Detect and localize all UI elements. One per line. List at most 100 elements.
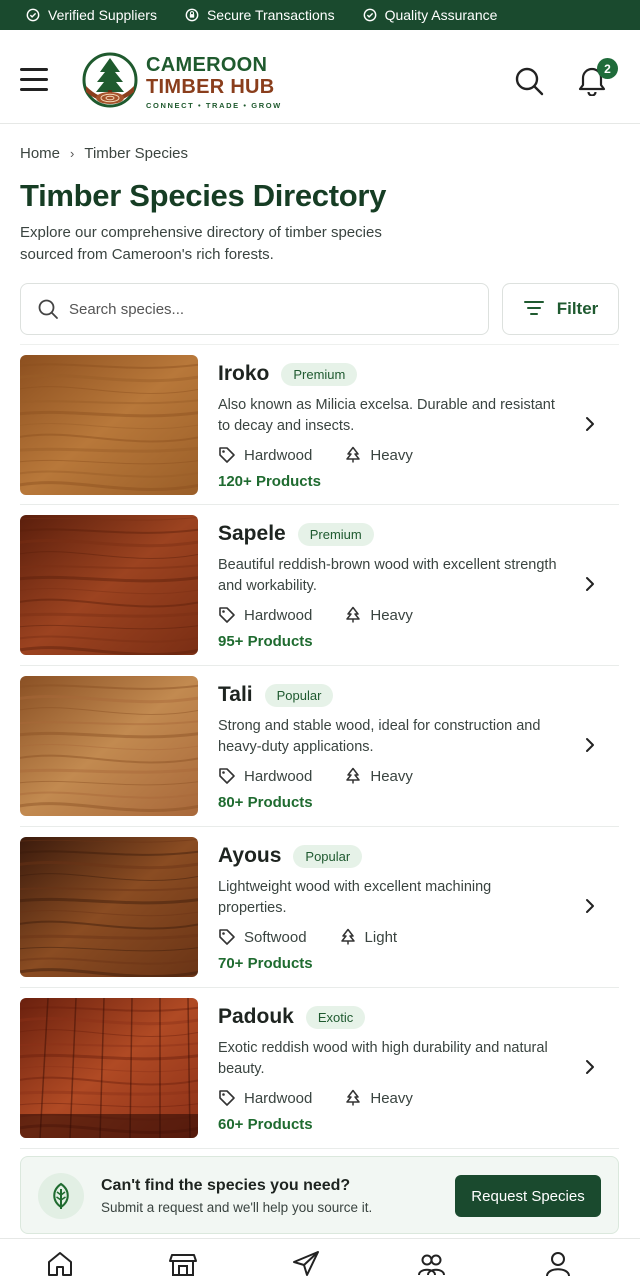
filter-label: Filter [556, 299, 599, 318]
brand-line2: TIMBER HUB [146, 76, 275, 98]
species-weight: Heavy [370, 767, 413, 785]
menu-line [20, 68, 48, 71]
species-product-count[interactable]: 80+ Products [218, 794, 558, 811]
trust-bar: Verified Suppliers Secure Transactions Q… [0, 0, 640, 30]
tag-icon [219, 929, 235, 945]
tag-icon [219, 1090, 235, 1106]
species-list-item-ayous[interactable]: Ayous Popular Lightweight wood with exce… [20, 827, 619, 988]
species-name-row: Iroko Premium [218, 359, 558, 389]
tree-icon [346, 606, 361, 623]
species-wood-type: Hardwood [244, 1089, 313, 1107]
bottom-navigation [0, 1238, 640, 1280]
species-description: Strong and stable wood, ideal for constr… [218, 718, 541, 755]
species-info: Tali Popular Strong and stable wood, ide… [218, 680, 558, 811]
chevron-right-icon: › [70, 146, 75, 161]
wood-texture-image [20, 837, 198, 977]
notification-badge[interactable]: 2 [597, 58, 618, 79]
breadcrumb: Home › Timber Species [20, 145, 188, 162]
species-list-item-tali[interactable]: Tali Popular Strong and stable wood, ide… [20, 666, 619, 827]
species-wood-type: Softwood [244, 928, 307, 946]
species-name: Sapele [218, 522, 286, 545]
species-name-row: Padouk Exotic [218, 1002, 558, 1032]
page-title: Timber Species Directory [20, 178, 387, 213]
species-weight: Heavy [370, 446, 413, 464]
species-list-item-sapele[interactable]: Sapele Premium Beautiful reddish-brown w… [20, 505, 619, 666]
species-weight: Heavy [370, 1089, 413, 1107]
profile-icon[interactable] [543, 1249, 573, 1279]
menu-line [20, 78, 48, 81]
trust-label: Quality Assurance [384, 7, 498, 23]
species-meta: Hardwood Heavy [218, 443, 558, 467]
species-info: Padouk Exotic Exotic reddish wood with h… [218, 1002, 558, 1133]
hamburger-menu-button[interactable] [20, 68, 50, 92]
page-description: Explore our comprehensive directory of t… [20, 224, 382, 263]
species-info: Iroko Premium Also known as Milicia exce… [218, 359, 558, 490]
species-tag-badge: Popular [264, 683, 334, 707]
filter-button[interactable]: Filter [502, 283, 619, 335]
species-wood-type: Hardwood [244, 767, 313, 785]
trust-item-secure: Secure Transactions [185, 7, 335, 23]
species-list-item-iroko[interactable]: Iroko Premium Also known as Milicia exce… [20, 344, 619, 505]
species-wood-type: Hardwood [244, 446, 313, 464]
species-name: Ayous [218, 844, 282, 867]
home-icon[interactable] [45, 1249, 75, 1279]
chevron-right-icon[interactable] [583, 415, 597, 433]
menu-line [20, 88, 48, 91]
tree-icon [346, 1089, 361, 1106]
species-tag-badge: Premium [281, 362, 358, 386]
breadcrumb-home-link[interactable]: Home [20, 145, 60, 162]
tree-icon [346, 446, 361, 463]
request-species-card: Can't find the species you need? Submit … [20, 1156, 619, 1234]
brand-tagline: CONNECT • TRADE • GROW [146, 101, 282, 110]
species-name-row: Tali Popular [218, 680, 558, 710]
species-meta: Hardwood Heavy [218, 764, 558, 788]
tag-icon [219, 447, 235, 463]
species-tag-badge: Popular [293, 844, 363, 868]
request-title: Can't find the species you need? [101, 1177, 351, 1194]
send-icon[interactable] [291, 1249, 321, 1279]
species-product-count[interactable]: 95+ Products [218, 633, 558, 650]
chevron-right-icon[interactable] [583, 736, 597, 754]
species-product-count[interactable]: 70+ Products [218, 955, 558, 972]
search-bar[interactable] [20, 283, 489, 335]
quality-check-icon [363, 8, 376, 22]
trust-item-verified: Verified Suppliers [26, 7, 157, 23]
species-meta: Softwood Light [218, 925, 558, 949]
brand-line1: CAMEROON [146, 54, 268, 76]
tree-icon [340, 928, 355, 945]
species-meta: Hardwood Heavy [218, 1086, 558, 1110]
leaf-icon [38, 1173, 84, 1219]
app-header: CAMEROON TIMBER HUB CONNECT • TRADE • GR… [0, 36, 640, 124]
community-icon[interactable] [416, 1249, 446, 1279]
brand-logo[interactable]: CAMEROON TIMBER HUB CONNECT • TRADE • GR… [82, 50, 282, 112]
species-list-item-padouk[interactable]: Padouk Exotic Exotic reddish wood with h… [20, 988, 619, 1149]
species-meta: Hardwood Heavy [218, 603, 558, 627]
search-icon[interactable] [514, 66, 544, 96]
species-name: Padouk [218, 1005, 294, 1028]
breadcrumb-current: Timber Species [84, 145, 189, 162]
trust-label: Verified Suppliers [48, 7, 157, 23]
shield-lock-icon [185, 8, 199, 22]
species-description: Lightweight wood with excellent machinin… [218, 879, 492, 916]
species-name-row: Ayous Popular [218, 841, 558, 871]
search-input[interactable] [69, 300, 449, 318]
request-subtitle: Submit a request and we'll help you sour… [101, 1200, 373, 1215]
request-species-button[interactable]: Request Species [455, 1175, 601, 1217]
chevron-right-icon[interactable] [583, 1058, 597, 1076]
store-icon[interactable] [168, 1249, 198, 1279]
species-weight: Light [364, 928, 398, 946]
chevron-right-icon[interactable] [583, 897, 597, 915]
species-list: Iroko Premium Also known as Milicia exce… [20, 344, 619, 1149]
species-tag-badge: Exotic [305, 1005, 366, 1029]
species-wood-type: Hardwood [244, 606, 313, 624]
chevron-right-icon[interactable] [583, 575, 597, 593]
species-info: Sapele Premium Beautiful reddish-brown w… [218, 519, 558, 650]
wood-texture-image [20, 676, 198, 816]
species-tag-badge: Premium [297, 522, 374, 546]
species-product-count[interactable]: 120+ Products [218, 473, 558, 490]
species-name: Iroko [218, 362, 270, 385]
trust-item-quality: Quality Assurance [363, 7, 498, 23]
wood-texture-image [20, 515, 198, 655]
species-product-count[interactable]: 60+ Products [218, 1116, 558, 1133]
species-info: Ayous Popular Lightweight wood with exce… [218, 841, 558, 972]
